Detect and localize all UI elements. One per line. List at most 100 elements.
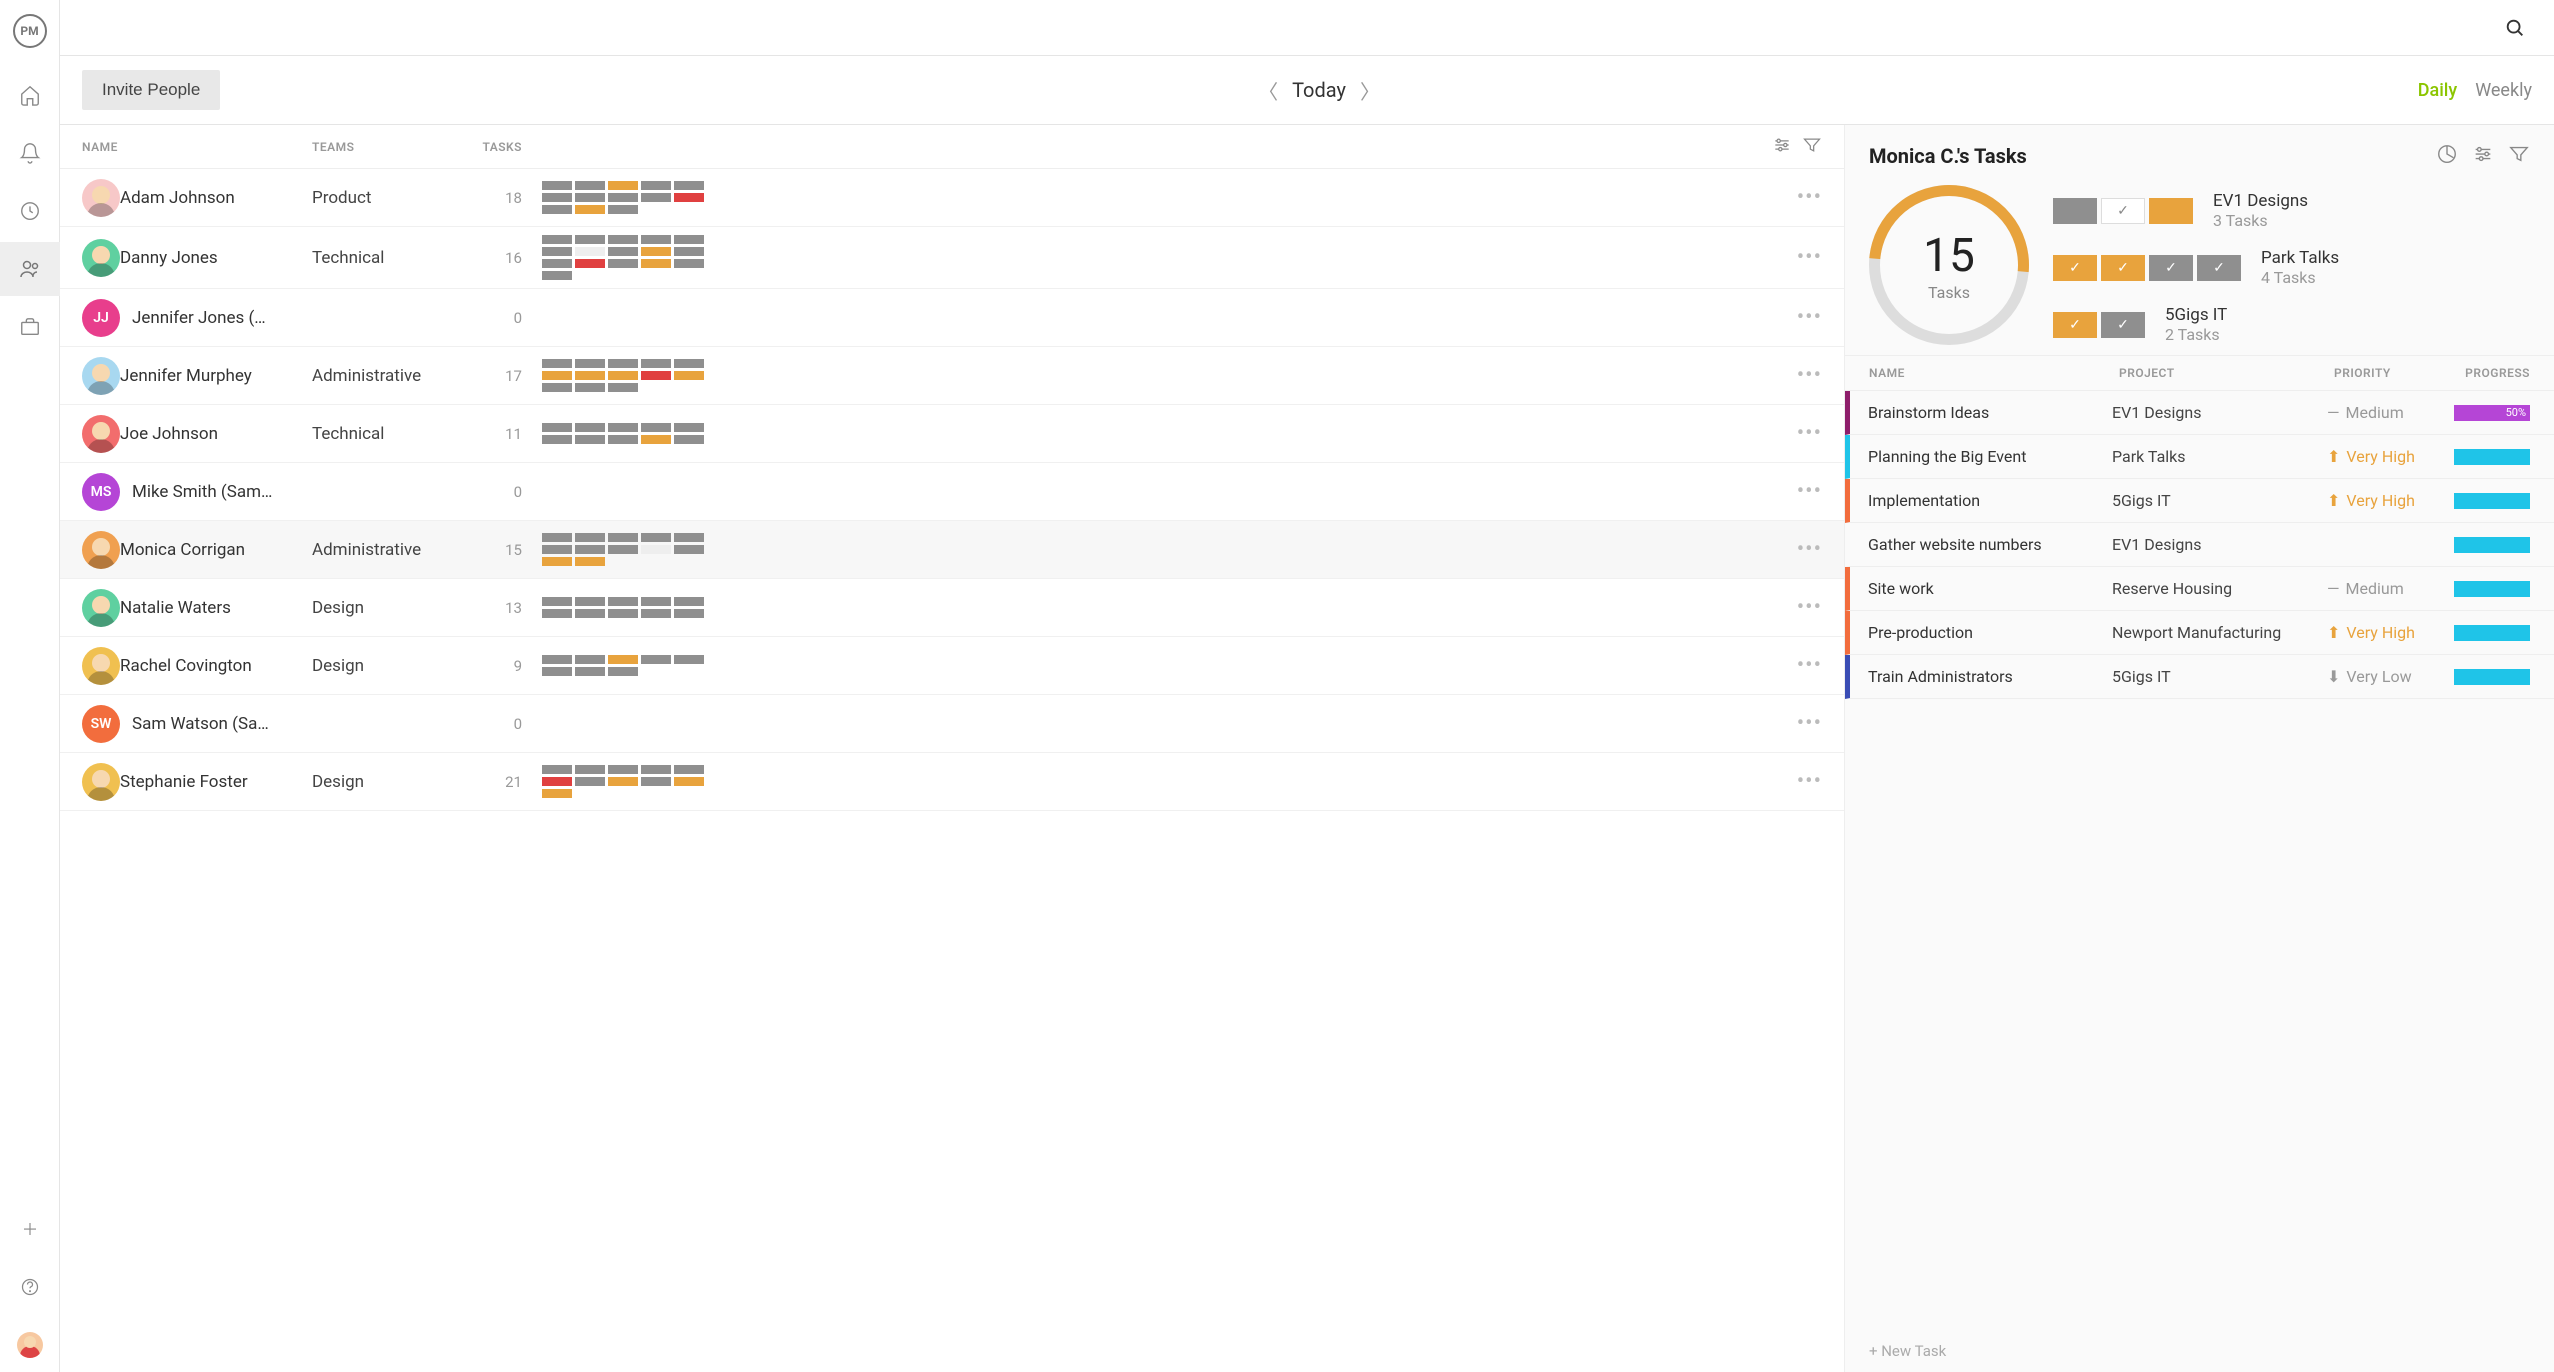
person-name: Joe Johnson bbox=[120, 424, 218, 444]
row-menu-icon[interactable]: ••• bbox=[1797, 653, 1822, 678]
person-row[interactable]: SWSam Watson (Sa… 0 ••• bbox=[60, 695, 1844, 753]
project-name: 5Gigs IT bbox=[2165, 305, 2227, 325]
task-row[interactable]: Planning the Big Event Park Talks ⬆Very … bbox=[1845, 435, 2554, 479]
settings-icon[interactable] bbox=[2472, 143, 2494, 169]
nav-help[interactable] bbox=[0, 1260, 60, 1314]
filter-icon[interactable] bbox=[1802, 135, 1822, 158]
person-row[interactable]: Stephanie Foster Design 21 ••• bbox=[60, 753, 1844, 811]
app-logo: PM bbox=[13, 14, 47, 48]
project-task-count: 3 Tasks bbox=[2213, 211, 2308, 230]
person-row[interactable]: JJJennifer Jones (… 0 ••• bbox=[60, 289, 1844, 347]
priority-icon: — bbox=[2327, 579, 2340, 598]
project-task-count: 2 Tasks bbox=[2165, 325, 2227, 344]
row-menu-icon[interactable]: ••• bbox=[1797, 537, 1822, 562]
person-row[interactable]: Danny Jones Technical 16 ••• bbox=[60, 227, 1844, 289]
person-row[interactable]: Jennifer Murphey Administrative 17 ••• bbox=[60, 347, 1844, 405]
row-menu-icon[interactable]: ••• bbox=[1797, 305, 1822, 330]
task-name: Gather website numbers bbox=[1868, 535, 2112, 554]
person-name: Monica Corrigan bbox=[120, 540, 245, 560]
task-count: 17 bbox=[505, 367, 522, 385]
priority-icon: ⬆ bbox=[2327, 491, 2340, 510]
task-count: 0 bbox=[514, 309, 522, 327]
prev-day-button[interactable]: 〈 bbox=[1258, 76, 1278, 105]
nav-notifications[interactable] bbox=[0, 126, 60, 180]
search-icon[interactable] bbox=[2504, 17, 2526, 39]
person-row[interactable]: Rachel Covington Design 9 ••• bbox=[60, 637, 1844, 695]
priority-label: Very Low bbox=[2346, 667, 2411, 686]
priority-icon: — bbox=[2327, 403, 2340, 422]
invite-button[interactable]: Invite People bbox=[82, 70, 220, 110]
nav-user-avatar[interactable] bbox=[0, 1318, 60, 1372]
task-row[interactable]: Gather website numbers EV1 Designs bbox=[1845, 523, 2554, 567]
view-daily[interactable]: Daily bbox=[2418, 80, 2457, 101]
person-team: Technical bbox=[312, 248, 384, 268]
priority-icon: ⬇ bbox=[2327, 667, 2340, 686]
person-row[interactable]: MSMike Smith (Sam… 0 ••• bbox=[60, 463, 1844, 521]
next-day-button[interactable]: 〉 bbox=[1360, 76, 1380, 105]
nav-team[interactable] bbox=[0, 242, 60, 296]
row-menu-icon[interactable]: ••• bbox=[1797, 711, 1822, 736]
view-weekly[interactable]: Weekly bbox=[2475, 80, 2532, 101]
status-chip: ✓ bbox=[2101, 312, 2145, 338]
person-team: Administrative bbox=[312, 540, 421, 560]
task-row[interactable]: Pre-production Newport Manufacturing ⬆Ve… bbox=[1845, 611, 2554, 655]
tcol-priority[interactable]: PRIORITY bbox=[2334, 366, 2444, 380]
col-teams[interactable]: TEAMS bbox=[312, 140, 482, 154]
tcol-project[interactable]: PROJECT bbox=[2119, 366, 2334, 380]
status-chip: ✓ bbox=[2149, 255, 2193, 281]
col-name[interactable]: NAME bbox=[82, 140, 312, 154]
person-row[interactable]: Monica Corrigan Administrative 15 ••• bbox=[60, 521, 1844, 579]
date-label: Today bbox=[1292, 78, 1346, 102]
task-count: 15 bbox=[505, 541, 522, 559]
row-menu-icon[interactable]: ••• bbox=[1797, 185, 1822, 210]
nav-recent[interactable] bbox=[0, 184, 60, 238]
task-name: Train Administrators bbox=[1868, 667, 2112, 686]
project-summary-row[interactable]: ✓✓✓✓Park Talks4 Tasks bbox=[2053, 248, 2530, 287]
person-row[interactable]: Joe Johnson Technical 11 ••• bbox=[60, 405, 1844, 463]
tcol-progress[interactable]: PROGRESS bbox=[2444, 366, 2530, 380]
project-summary-row[interactable]: ✓✓5Gigs IT2 Tasks bbox=[2053, 305, 2530, 344]
task-row[interactable]: Implementation 5Gigs IT ⬆Very High bbox=[1845, 479, 2554, 523]
row-menu-icon[interactable]: ••• bbox=[1797, 769, 1822, 794]
task-row[interactable]: Train Administrators 5Gigs IT ⬇Very Low bbox=[1845, 655, 2554, 699]
row-menu-icon[interactable]: ••• bbox=[1797, 245, 1822, 270]
new-task-button[interactable]: + New Task bbox=[1845, 1330, 2554, 1372]
topbar bbox=[60, 0, 2554, 56]
task-blocks bbox=[542, 765, 712, 798]
person-name: Jennifer Murphey bbox=[120, 366, 252, 386]
row-menu-icon[interactable]: ••• bbox=[1797, 595, 1822, 620]
person-name: Mike Smith (Sam… bbox=[132, 482, 272, 502]
col-tasks[interactable]: TASKS bbox=[482, 140, 522, 154]
ring-label: Tasks bbox=[1928, 283, 1970, 302]
task-project: Reserve Housing bbox=[2112, 579, 2327, 598]
task-blocks bbox=[542, 423, 712, 444]
settings-icon[interactable] bbox=[1772, 135, 1792, 158]
nav-rail: PM bbox=[0, 0, 60, 1372]
task-project: 5Gigs IT bbox=[2112, 491, 2327, 510]
person-row[interactable]: Adam Johnson Product 18 ••• bbox=[60, 169, 1844, 227]
chart-icon[interactable] bbox=[2436, 143, 2458, 169]
row-menu-icon[interactable]: ••• bbox=[1797, 421, 1822, 446]
person-row[interactable]: Natalie Waters Design 13 ••• bbox=[60, 579, 1844, 637]
filter-icon[interactable] bbox=[2508, 143, 2530, 169]
row-menu-icon[interactable]: ••• bbox=[1797, 363, 1822, 388]
tcol-name[interactable]: NAME bbox=[1869, 366, 2119, 380]
row-menu-icon[interactable]: ••• bbox=[1797, 479, 1822, 504]
nav-home[interactable] bbox=[0, 68, 60, 122]
people-panel: NAME TEAMS TASKS Adam Johnson Product 18… bbox=[60, 125, 1844, 1372]
nav-add[interactable] bbox=[0, 1202, 60, 1256]
progress-bar bbox=[2454, 449, 2530, 465]
nav-portfolio[interactable] bbox=[0, 300, 60, 354]
task-project: EV1 Designs bbox=[2112, 403, 2327, 422]
task-row[interactable]: Site work Reserve Housing —Medium bbox=[1845, 567, 2554, 611]
progress-bar bbox=[2454, 537, 2530, 553]
task-count: 21 bbox=[505, 773, 522, 791]
person-name: Adam Johnson bbox=[120, 188, 235, 208]
project-summary-row[interactable]: ✓EV1 Designs3 Tasks bbox=[2053, 191, 2530, 230]
task-name: Site work bbox=[1868, 579, 2112, 598]
task-row[interactable]: Brainstorm Ideas EV1 Designs —Medium 50% bbox=[1845, 391, 2554, 435]
task-blocks bbox=[542, 235, 712, 280]
task-name: Implementation bbox=[1868, 491, 2112, 510]
task-count: 13 bbox=[505, 599, 522, 617]
status-chip bbox=[2053, 198, 2097, 224]
